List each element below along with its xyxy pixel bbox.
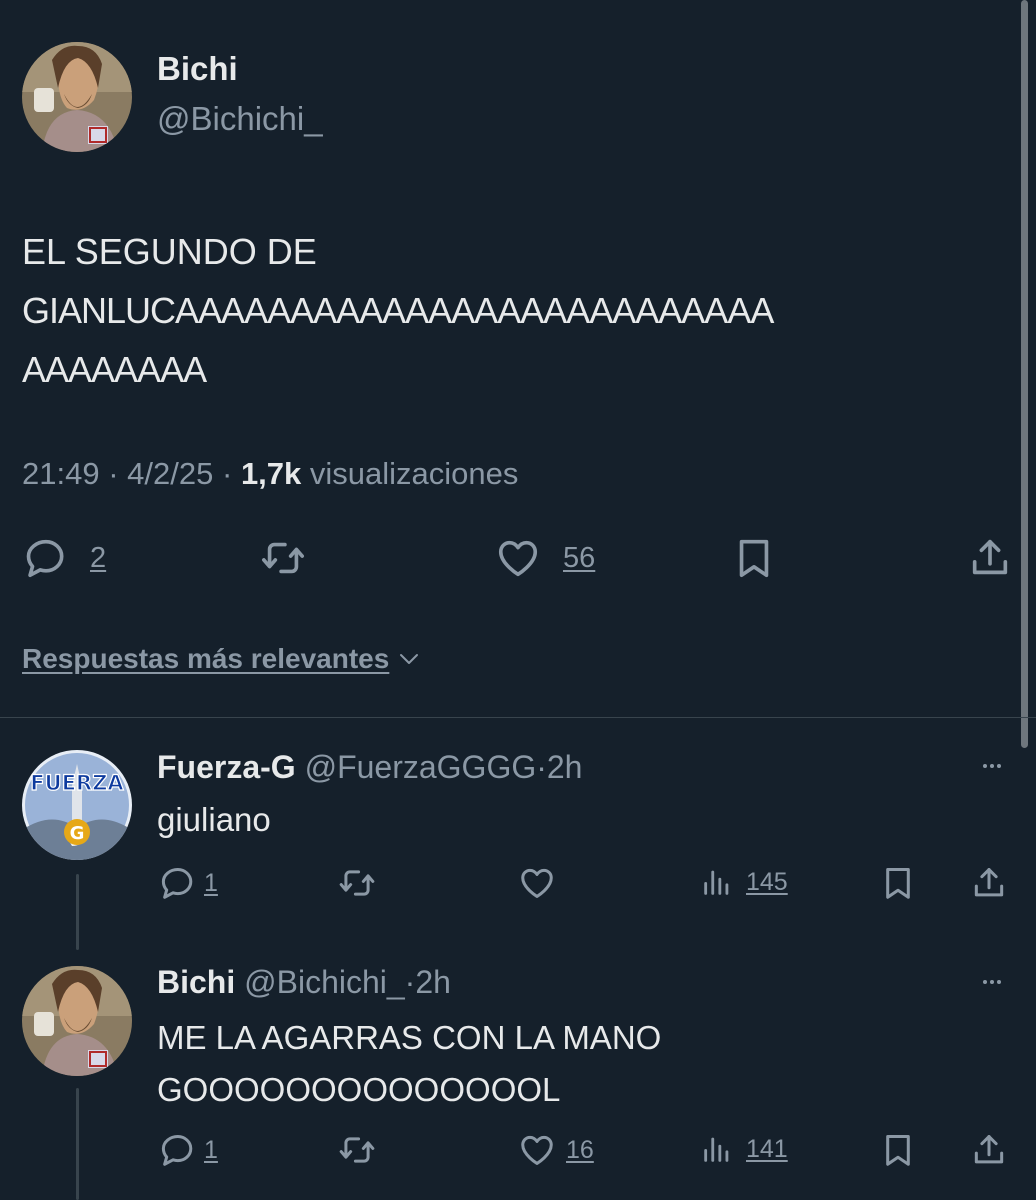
views-label: visualizaciones <box>309 456 519 491</box>
reply-header: Fuerza-G @FuerzaGGGG·2h <box>157 749 582 786</box>
views-count[interactable]: 1,7k <box>241 456 301 491</box>
share-button[interactable] <box>970 1131 1008 1169</box>
share-icon <box>970 1131 1008 1169</box>
heart-icon <box>518 1131 556 1169</box>
like-count: 56 <box>563 541 596 574</box>
tweet-meta: 21:49 · 4/2/25 · 1,7k visualizaciones <box>22 456 518 492</box>
tweet-date[interactable]: 4/2/25 <box>127 456 213 491</box>
author-name[interactable]: Bichi <box>157 50 238 88</box>
author-name[interactable]: Bichi <box>157 964 235 1000</box>
reply-text-line: ME LA AGARRAS CON LA MANO <box>157 1019 662 1056</box>
share-icon <box>967 535 1013 581</box>
retweet-icon <box>336 864 378 902</box>
tweet-text: EL SEGUNDO DE GIANLUCAAAAAAAAAAAAAAAAAAA… <box>22 222 774 399</box>
meta-separator: · <box>108 456 119 491</box>
retweet-icon <box>336 1131 378 1169</box>
author-handle[interactable]: @Bichichi_ <box>244 964 405 1000</box>
avatar[interactable] <box>22 42 132 152</box>
reply-button[interactable]: 1 <box>158 1131 218 1169</box>
share-button[interactable] <box>970 864 1008 902</box>
divider <box>0 717 1036 718</box>
views-button[interactable]: 141 <box>700 1131 788 1167</box>
bookmark-button[interactable] <box>731 535 777 581</box>
share-icon <box>970 864 1008 902</box>
views-count: 141 <box>746 1134 788 1163</box>
retweet-button[interactable] <box>336 1131 378 1169</box>
views-icon <box>700 1131 734 1167</box>
thread-line <box>76 1088 79 1200</box>
sort-label: Respuestas más relevantes <box>22 643 390 674</box>
reply-count: 1 <box>204 868 218 897</box>
share-button[interactable] <box>967 535 1013 581</box>
reply-button[interactable]: 2 <box>22 535 106 581</box>
meta-separator: · <box>404 964 416 1000</box>
avatar-text: FUERZA <box>30 771 124 795</box>
chevron-down-icon <box>393 647 425 671</box>
more-button[interactable] <box>975 970 1009 994</box>
reply-text: giuliano <box>157 801 271 838</box>
avatar[interactable] <box>22 966 132 1076</box>
meta-separator: · <box>221 456 233 491</box>
like-button[interactable]: 56 <box>495 535 595 581</box>
bookmark-button[interactable] <box>879 1131 917 1169</box>
reply-count: 1 <box>204 1135 218 1164</box>
bookmark-icon <box>879 1131 917 1169</box>
like-button[interactable]: 16 <box>518 1131 594 1169</box>
heart-icon <box>495 535 541 581</box>
avatar[interactable]: FUERZA G <box>22 750 132 860</box>
like-count: 16 <box>566 1135 594 1164</box>
heart-icon <box>518 864 556 902</box>
author-name[interactable]: Fuerza-G <box>157 749 296 785</box>
reply-icon <box>158 864 196 902</box>
sort-replies-button[interactable]: Respuestas más relevantes <box>22 643 425 675</box>
retweet-button[interactable] <box>336 864 378 902</box>
scrollbar[interactable] <box>1021 0 1028 748</box>
tweet-text-line: AAAAAAAA <box>22 349 207 390</box>
like-button[interactable] <box>518 864 556 902</box>
tweet-text-line: GIANLUCAAAAAAAAAAAAAAAAAAAAAAAAAA <box>22 290 774 331</box>
reply-count: 2 <box>90 541 107 574</box>
more-icon <box>975 970 1009 994</box>
meta-separator: · <box>536 749 547 785</box>
tweet-text-line: EL SEGUNDO DE <box>22 231 317 272</box>
more-button[interactable] <box>975 754 1009 778</box>
bookmark-icon <box>731 535 777 581</box>
reply-button[interactable]: 1 <box>158 864 218 902</box>
bookmark-button[interactable] <box>879 864 917 902</box>
retweet-button[interactable] <box>258 535 308 581</box>
author-handle[interactable]: @FuerzaGGGG <box>305 749 537 785</box>
views-count: 145 <box>746 867 788 896</box>
views-icon <box>700 864 734 900</box>
bookmark-icon <box>879 864 917 902</box>
reply-icon <box>22 535 68 581</box>
reply-header: Bichi @Bichichi_·2h <box>157 964 451 1001</box>
avatar-letter: G <box>70 823 85 844</box>
retweet-icon <box>258 535 308 581</box>
reply-text-line: GOOOOOOOOOOOOOOL <box>157 1071 561 1108</box>
more-icon <box>975 754 1009 778</box>
author-handle[interactable]: @Bichichi_ <box>157 100 323 138</box>
reply-text: ME LA AGARRAS CON LA MANO GOOOOOOOOOOOOO… <box>157 1012 661 1116</box>
tweet-time[interactable]: 21:49 <box>22 456 100 491</box>
reply-time[interactable]: 2h <box>415 964 451 1000</box>
thread-line <box>76 874 79 950</box>
views-button[interactable]: 145 <box>700 864 788 900</box>
reply-time[interactable]: 2h <box>547 749 583 785</box>
reply-icon <box>158 1131 196 1169</box>
